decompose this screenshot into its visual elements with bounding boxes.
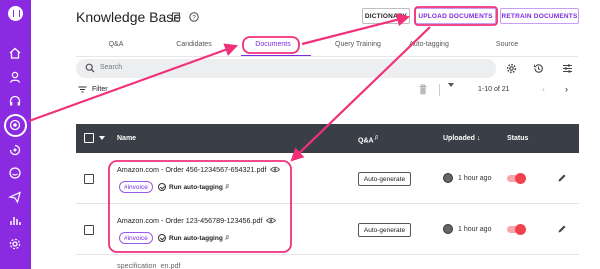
tune-icon[interactable]	[562, 63, 573, 74]
tab-query-training[interactable]: Query Training	[335, 41, 381, 48]
trash-icon[interactable]	[418, 84, 428, 95]
filter-control[interactable]: Filter	[78, 85, 108, 94]
next-page-icon[interactable]: ›	[565, 84, 568, 94]
table-row[interactable]: Amazon.com - Order 123-456789-123456.pdf…	[76, 204, 579, 255]
search-placeholder: Search	[100, 64, 123, 71]
row-checkbox[interactable]	[84, 174, 94, 184]
table-row[interactable]: specification_en.pdf	[76, 255, 579, 269]
chevron-down-icon	[448, 83, 454, 87]
auto-tag-icon	[158, 183, 166, 191]
dictionary-button[interactable]: DICTIONARY	[362, 8, 410, 24]
uploaded-time: 1 hour ago	[458, 175, 492, 182]
tab-source[interactable]: Source	[496, 41, 518, 48]
home-icon[interactable]	[8, 46, 22, 60]
column-name[interactable]: Name	[117, 135, 136, 142]
search-input[interactable]: Search	[76, 59, 496, 78]
edit-icon[interactable]	[557, 224, 567, 234]
history-icon[interactable]	[533, 63, 544, 74]
chat-icon[interactable]	[8, 166, 22, 180]
sidebar	[0, 0, 31, 269]
auto-tag-icon	[158, 234, 166, 242]
page-range: 1-10 of 21	[478, 86, 510, 93]
sort-arrow-down-icon: ↓	[476, 135, 481, 142]
document-tag[interactable]: #invoice	[119, 232, 153, 244]
document-name[interactable]: Amazon.com - Order 123-456789-123456.pdf	[117, 216, 277, 225]
document-name[interactable]: Amazon.com - Order 456-1234567-654321.pd…	[117, 165, 281, 174]
tabs-divider	[76, 56, 578, 57]
tab-candidates[interactable]: Candidates	[176, 41, 211, 48]
column-status[interactable]: Status	[507, 135, 528, 142]
rows-per-page-select[interactable]: 10	[448, 83, 454, 87]
filter-label: Filter	[92, 86, 108, 93]
table-row[interactable]: Amazon.com - Order 456-1234567-654321.pd…	[76, 153, 579, 204]
logo-icon[interactable]	[8, 6, 23, 21]
chevron-down-icon[interactable]	[99, 136, 105, 140]
headset-icon[interactable]	[8, 94, 22, 108]
eye-icon[interactable]	[266, 217, 277, 224]
tab-auto-tagging[interactable]: Auto-tagging	[409, 41, 449, 48]
status-toggle[interactable]	[507, 224, 526, 235]
avatar	[443, 224, 453, 234]
status-toggle[interactable]	[507, 173, 526, 184]
column-uploaded[interactable]: Uploaded ↓	[443, 135, 480, 142]
settings-icon[interactable]	[8, 237, 22, 251]
tag-icon[interactable]	[8, 143, 22, 157]
uploaded-time: 1 hour ago	[458, 226, 492, 233]
help-icon[interactable]: ?	[189, 12, 199, 22]
avatar	[443, 173, 453, 183]
knowledge-base-icon[interactable]	[8, 118, 22, 132]
arrow-to-documents-tab	[28, 43, 239, 123]
document-tag[interactable]: #invoice	[119, 181, 153, 193]
auto-generate-button[interactable]: Auto-generate	[358, 172, 411, 186]
user-icon[interactable]	[8, 70, 22, 84]
document-name[interactable]: specification_en.pdf	[117, 261, 181, 269]
toolbar-divider	[439, 84, 440, 96]
auto-generate-button[interactable]: Auto-generate	[358, 223, 411, 237]
previous-page-icon[interactable]: ‹	[542, 84, 545, 94]
row-checkbox[interactable]	[84, 225, 94, 235]
run-auto-tagging-button[interactable]: Run auto-tagging β	[158, 234, 229, 242]
tab-documents[interactable]: Documents	[255, 41, 290, 48]
tab-qa[interactable]: Q&A	[109, 41, 124, 48]
analytics-icon[interactable]	[8, 213, 22, 227]
run-auto-tagging-button[interactable]: Run auto-tagging β	[158, 183, 229, 191]
retrain-documents-button[interactable]: RETRAIN DOCUMENTS	[500, 8, 579, 24]
edit-icon[interactable]	[557, 173, 567, 183]
page-title: Knowledge Base	[76, 9, 182, 25]
document-icon[interactable]	[171, 12, 181, 22]
table-header: Name Q&A β Uploaded ↓ Status	[76, 124, 579, 153]
search-icon	[85, 63, 95, 73]
upload-documents-button[interactable]: UPLOAD DOCUMENTS	[415, 8, 496, 24]
filter-icon	[78, 85, 87, 94]
tab-bar: Q&A Candidates Documents Query Training …	[76, 38, 578, 56]
select-all-checkbox[interactable]	[84, 133, 94, 143]
settings-icon[interactable]	[506, 63, 517, 74]
eye-icon[interactable]	[270, 166, 281, 173]
column-qa[interactable]: Q&A β	[358, 135, 378, 144]
send-icon[interactable]	[8, 190, 22, 204]
